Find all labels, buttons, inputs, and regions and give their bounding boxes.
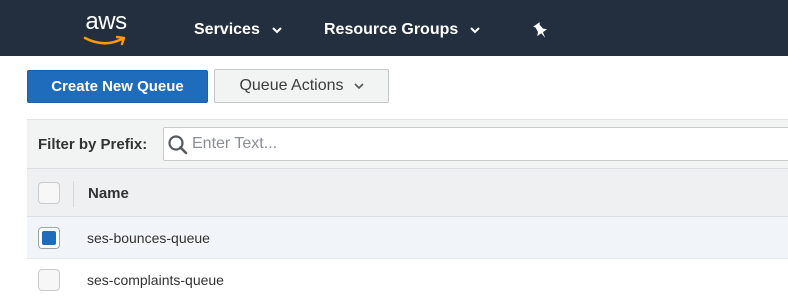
aws-logo-text: aws: [85, 8, 127, 35]
queue-actions-label: Queue Actions: [239, 77, 344, 94]
table-row[interactable]: ses-complaints-queue: [27, 259, 788, 296]
select-all-checkbox[interactable]: [38, 182, 60, 204]
queue-name: ses-complaints-queue: [87, 272, 224, 288]
table-row[interactable]: ses-bounces-queue: [27, 217, 788, 259]
row-checkbox[interactable]: [38, 269, 60, 291]
search-icon: [167, 134, 189, 161]
queue-actions-dropdown[interactable]: Queue Actions: [214, 69, 389, 103]
filter-label: Filter by Prefix:: [38, 136, 148, 153]
chevron-down-icon: [353, 82, 364, 90]
top-navigation-bar: aws Services Resource Groups: [0, 0, 788, 56]
resource-groups-menu[interactable]: Resource Groups: [324, 18, 480, 42]
create-new-queue-button[interactable]: Create New Queue: [27, 70, 208, 103]
services-menu[interactable]: Services: [194, 18, 282, 42]
row-checkbox[interactable]: [38, 227, 60, 249]
table-header: Name: [27, 168, 788, 217]
resource-groups-menu-label: Resource Groups: [324, 21, 459, 38]
filter-input-wrapper: [163, 127, 788, 161]
aws-logo[interactable]: aws: [80, 7, 132, 51]
pin-icon[interactable]: [533, 19, 549, 43]
name-column-header[interactable]: Name: [88, 185, 129, 202]
filter-prefix-input[interactable]: [192, 128, 782, 160]
chevron-down-icon: [272, 26, 282, 34]
aws-smile-icon: [83, 35, 126, 46]
column-divider: [73, 181, 74, 207]
filter-bar: Filter by Prefix:: [27, 119, 788, 168]
chevron-down-icon: [470, 26, 480, 34]
checked-mark: [42, 231, 56, 245]
queue-name: ses-bounces-queue: [87, 230, 210, 246]
services-menu-label: Services: [194, 21, 260, 38]
